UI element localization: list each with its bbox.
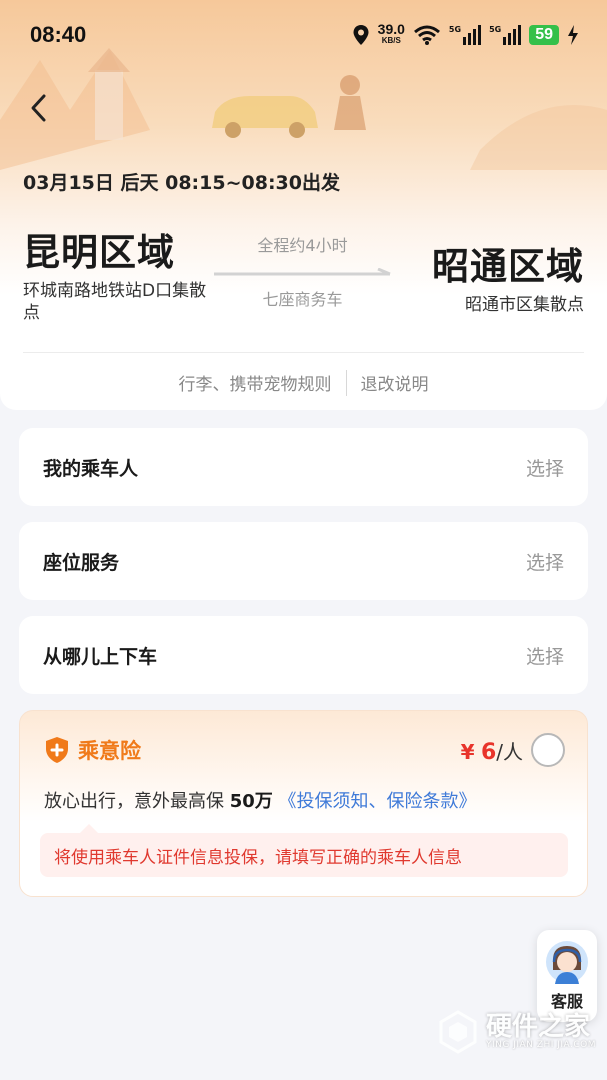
origin-station: 环城南路地铁站D口集散点	[23, 281, 207, 323]
trip-duration: 全程约4小时	[257, 236, 348, 255]
back-button[interactable]	[18, 88, 58, 128]
service-avatar-icon	[546, 941, 588, 984]
watermark-sub: YING JIAN ZHI JIA.COM	[486, 1040, 597, 1050]
battery-indicator: 59	[529, 25, 559, 45]
passenger-select[interactable]: 选择	[526, 454, 564, 481]
route-arrow-icon	[214, 268, 391, 276]
site-watermark: 硬件之家 YING JIAN ZHI JIA.COM	[438, 1010, 596, 1054]
origin-city: 昆明区域	[23, 231, 175, 274]
passenger-card[interactable]: 我的乘车人 选择	[19, 428, 588, 506]
insurance-price: ¥ 6/人	[460, 740, 523, 765]
customer-service-button[interactable]: 客服	[537, 930, 597, 1022]
seat-service-card[interactable]: 座位服务 选择	[19, 522, 588, 600]
divider	[23, 352, 584, 353]
net-speed: 39.0 KB/S	[377, 21, 405, 45]
departure-time: 03月15日 后天 08:15~08:30出发	[23, 172, 340, 194]
pickup-dropoff-card[interactable]: 从哪儿上下车 选择	[19, 616, 588, 694]
location-icon	[353, 25, 369, 45]
shield-plus-icon	[46, 737, 68, 763]
pickup-dropoff-label: 从哪儿上下车	[43, 645, 158, 668]
watermark-text: 硬件之家	[486, 1012, 591, 1042]
destination-city: 昭通区域	[432, 245, 584, 288]
vehicle-type: 七座商务车	[262, 290, 343, 309]
insurance-terms-link[interactable]: 《投保须知、保险条款》	[279, 791, 477, 812]
seat-service-select[interactable]: 选择	[526, 548, 564, 575]
chevron-left-icon	[31, 94, 46, 122]
rules-separator	[345, 370, 347, 396]
refund-rules-link[interactable]: 退改说明	[361, 370, 429, 396]
status-time: 08:40	[30, 22, 87, 47]
insurance-tip: 将使用乘车人证件信息投保，请填写正确的乘车人信息	[40, 824, 568, 877]
rules-links: 行李、携带宠物规则 退改说明	[0, 370, 607, 396]
customer-service-label: 客服	[550, 992, 583, 1011]
trip-header: 08:40 39.0 KB/S 5G 5G 59 03月15日 后天 08:15…	[0, 0, 607, 410]
status-bar: 08:40 39.0 KB/S 5G 5G 59	[0, 0, 607, 70]
insurance-radio[interactable]	[531, 733, 565, 767]
insurance-description: 放心出行，意外最高保 50万 《投保须知、保险条款》	[44, 791, 477, 812]
insurance-name: 乘意险	[78, 739, 141, 763]
insurance-card: 乘意险 ¥ 6/人 放心出行，意外最高保 50万 《投保须知、保险条款》 将使用…	[19, 710, 588, 897]
charging-icon	[568, 25, 578, 45]
seat-service-label: 座位服务	[43, 551, 120, 574]
watermark-logo-icon	[439, 1010, 477, 1054]
signal-5g-2-icon: 5G	[489, 25, 522, 45]
destination-station: 昭通市区集散点	[465, 295, 584, 315]
signal-5g-1-icon: 5G	[449, 25, 482, 45]
wifi-icon	[413, 25, 440, 45]
luggage-rules-link[interactable]: 行李、携带宠物规则	[179, 370, 332, 396]
passenger-label: 我的乘车人	[43, 457, 139, 480]
pickup-dropoff-select[interactable]: 选择	[526, 642, 564, 669]
